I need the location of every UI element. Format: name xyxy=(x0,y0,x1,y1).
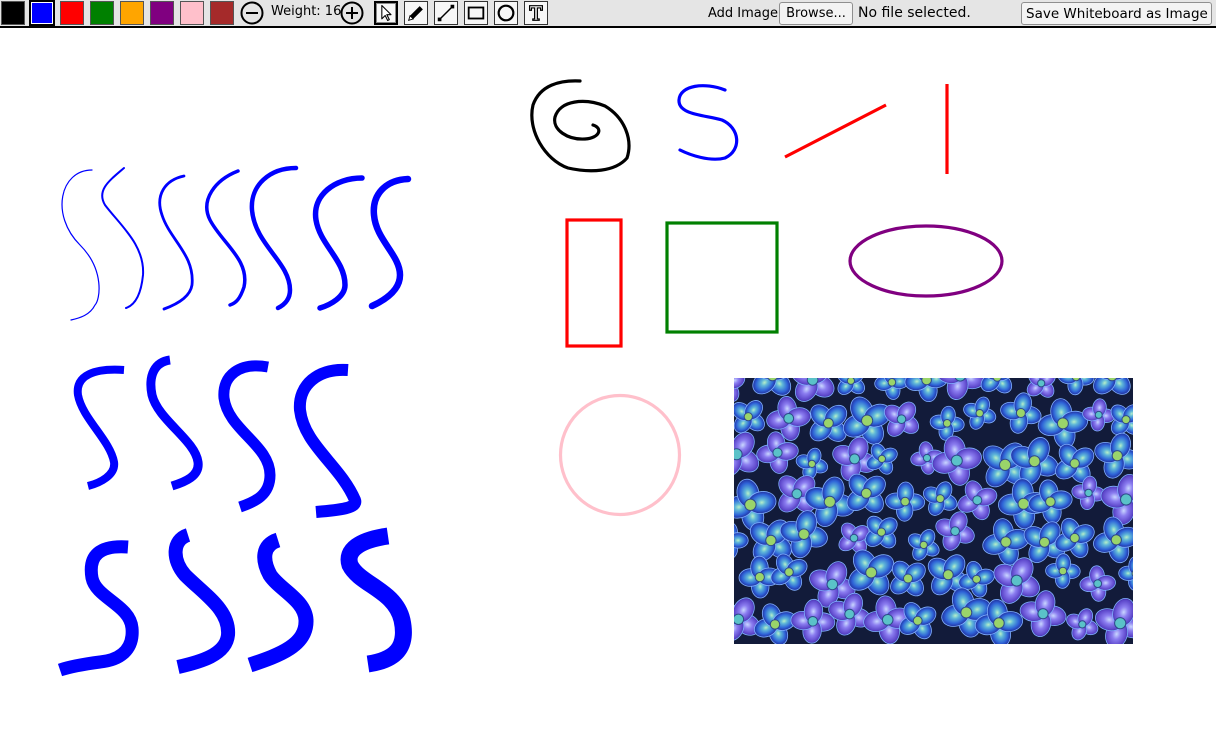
freehand-stroke xyxy=(158,174,194,311)
minus-circle-icon xyxy=(240,1,264,25)
save-whiteboard-button[interactable]: Save Whiteboard as Image xyxy=(1021,2,1212,25)
file-status: No file selected. xyxy=(858,5,971,21)
tool-rectangle-button[interactable] xyxy=(464,1,488,25)
freehand-stroke xyxy=(101,167,145,309)
whiteboard-canvas[interactable] xyxy=(0,30,1216,748)
hydrangea-photo[interactable] xyxy=(707,350,1154,651)
pencil-icon xyxy=(407,6,423,22)
freehand-stroke xyxy=(205,169,247,307)
increase-weight-button[interactable] xyxy=(340,1,364,25)
freehand-stroke xyxy=(168,528,236,674)
plus-circle-icon xyxy=(340,1,364,25)
freehand-stroke xyxy=(340,527,412,673)
color-swatch-orange[interactable] xyxy=(120,1,144,25)
cursor-icon xyxy=(381,4,392,22)
freehand-stroke xyxy=(530,79,631,173)
tool-text-button[interactable] xyxy=(524,1,548,25)
rectangle-icon xyxy=(467,6,485,20)
color-swatch-blue[interactable] xyxy=(29,0,55,26)
freehand-stroke xyxy=(249,165,299,311)
freehand-stroke xyxy=(293,363,362,518)
color-swatch-purple[interactable] xyxy=(150,1,174,25)
rectangle-shape xyxy=(565,218,623,348)
color-swatch-red[interactable] xyxy=(60,1,84,25)
tool-pencil-button[interactable] xyxy=(404,1,428,25)
browse-button[interactable]: Browse... xyxy=(779,2,853,25)
tool-line-button[interactable] xyxy=(434,1,458,25)
freehand-stroke xyxy=(61,169,100,321)
freehand-stroke xyxy=(247,532,314,673)
color-swatch-green[interactable] xyxy=(90,1,114,25)
freehand-stroke xyxy=(218,360,276,513)
freehand-stroke xyxy=(73,365,125,490)
freehand-stroke xyxy=(312,175,365,311)
line-shape xyxy=(784,103,887,159)
text-icon xyxy=(528,5,544,21)
rectangle-shape xyxy=(665,221,779,334)
freehand-stroke xyxy=(368,175,412,310)
ellipse-shape xyxy=(848,224,1004,298)
tool-ellipse-button[interactable] xyxy=(494,1,518,25)
tool-select-button[interactable] xyxy=(374,1,398,25)
freehand-stroke xyxy=(677,84,739,161)
drawing-layer[interactable] xyxy=(0,30,1216,748)
freehand-stroke xyxy=(146,355,203,491)
circle-shape xyxy=(558,393,682,517)
add-image-label: Add Image: xyxy=(708,6,783,21)
color-swatch-pink[interactable] xyxy=(180,1,204,25)
decrease-weight-button[interactable] xyxy=(240,1,264,25)
color-swatch-black[interactable] xyxy=(1,1,25,25)
weight-label: Weight: 16 xyxy=(271,4,342,19)
freehand-stroke xyxy=(57,540,139,677)
line-icon xyxy=(437,4,455,22)
color-swatch-brown[interactable] xyxy=(210,1,234,25)
circle-icon xyxy=(497,4,515,22)
toolbar: Weight: 16 Add Image: Browse... No file … xyxy=(0,0,1216,28)
